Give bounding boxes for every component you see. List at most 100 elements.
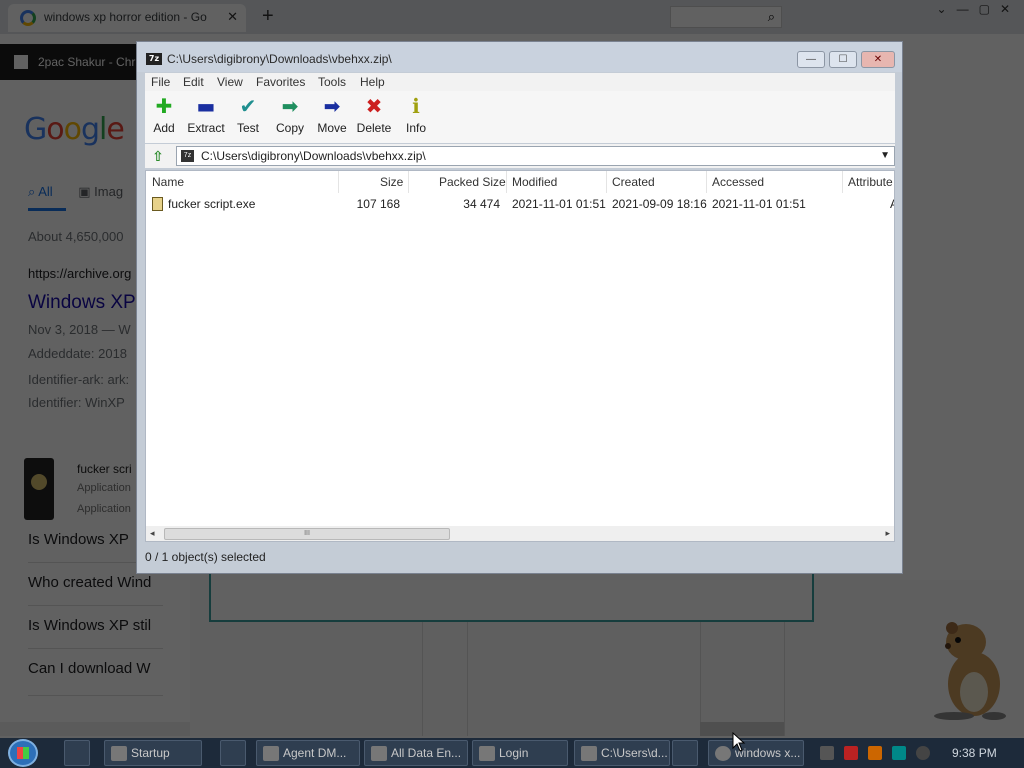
table-row[interactable]: fucker script.exe 107 168 34 474 2021-11…	[146, 195, 894, 213]
new-tab-button[interactable]: +	[262, 5, 274, 28]
copy-button[interactable]: ➡ Copy	[270, 95, 310, 135]
column-header-accessed[interactable]: Accessed	[712, 175, 764, 189]
result-url[interactable]: https://archive.org	[28, 266, 131, 281]
column-header-name[interactable]: Name	[152, 175, 184, 189]
taskbar-item[interactable]: C:\Users\d...	[574, 740, 670, 766]
cell-attributes: A	[890, 197, 894, 211]
window-icon	[479, 746, 495, 761]
info-icon: ℹ	[412, 94, 420, 118]
add-button[interactable]: ✚ Add	[144, 95, 184, 135]
exe-file-icon	[152, 197, 163, 211]
browser-tab-title: windows xp horror edition - Go	[44, 10, 207, 24]
app-taskbar-icon[interactable]	[220, 740, 246, 766]
column-header-packed-size[interactable]: Packed Size	[439, 175, 506, 189]
file-type: Application	[77, 482, 131, 494]
bookmark-label: 2pac Shakur - Chr	[38, 55, 136, 69]
column-header-modified[interactable]: Modified	[512, 175, 557, 189]
hamster-mascot-image	[934, 622, 1006, 720]
window-titlebar[interactable]: 7z C:\Users\digibrony\Downloads\vbehxx.z…	[137, 42, 902, 72]
move-label: Move	[317, 121, 347, 135]
active-tab-underline	[28, 208, 66, 211]
add-label: Add	[153, 121, 175, 135]
volume-icon[interactable]	[916, 746, 930, 760]
address-bar[interactable]: ⌕	[670, 6, 782, 28]
divider	[467, 622, 468, 736]
divider	[28, 605, 163, 606]
check-icon: ✔	[239, 94, 257, 118]
tab-all[interactable]: ⌕ All	[28, 184, 53, 199]
result-title[interactable]: Windows XP	[28, 292, 136, 314]
maximize-button[interactable]: ☐	[829, 51, 857, 68]
path-input[interactable]: 7z C:\Users\digibrony\Downloads\vbehxx.z…	[176, 146, 895, 166]
taskbar-item-label: Agent DM...	[283, 746, 347, 760]
extract-button[interactable]: ▬ Extract	[186, 95, 226, 135]
bookmark-item[interactable]: 2pac Shakur - Chr	[0, 44, 140, 80]
ie-taskbar-icon[interactable]	[64, 740, 90, 766]
people-also-ask-item[interactable]: Is Windows XP	[28, 531, 129, 548]
taskbar-item[interactable]: All Data En...	[364, 740, 468, 766]
menu-tools[interactable]: Tools	[318, 75, 346, 89]
divider	[784, 622, 785, 736]
close-tab-icon[interactable]: ✕	[227, 9, 238, 25]
people-also-ask-item[interactable]: Can I download W	[28, 660, 151, 677]
media-taskbar-icon[interactable]	[672, 740, 698, 766]
folder-up-icon[interactable]: ⇧	[149, 147, 167, 165]
window-controls[interactable]: ⌄—▢✕	[937, 2, 1020, 16]
tray-icon[interactable]	[892, 746, 906, 760]
menu-file[interactable]: File	[151, 75, 170, 89]
horizontal-scrollbar[interactable]	[0, 722, 190, 736]
antivirus-icon[interactable]	[844, 746, 858, 760]
results-count: About 4,650,000	[28, 229, 124, 244]
close-button[interactable]: ✕	[861, 51, 895, 68]
window-title: C:\Users\digibrony\Downloads\vbehxx.zip\	[167, 52, 392, 66]
move-button[interactable]: ➡ Move	[312, 95, 352, 135]
sevenzip-app-icon: 7z	[146, 53, 162, 65]
mouse-cursor-icon	[732, 732, 746, 752]
scroll-left-icon[interactable]: ◂	[150, 528, 155, 539]
horizontal-scrollbar[interactable]: ◂ III ▸	[146, 526, 894, 541]
menu-help[interactable]: Help	[360, 75, 385, 89]
tray-icon[interactable]	[820, 746, 834, 760]
copy-arrow-icon: ➡	[281, 94, 299, 118]
logo-letter: g	[80, 112, 100, 147]
chevron-down-icon[interactable]: ▼	[880, 150, 890, 161]
search-icon: ⌕	[767, 9, 775, 24]
delete-button[interactable]: ✖ Delete	[354, 95, 394, 135]
taskbar-item[interactable]: Startup	[104, 740, 202, 766]
column-header-created[interactable]: Created	[612, 175, 655, 189]
browser-tab-active[interactable]: windows xp horror edition - Go ✕	[8, 4, 246, 32]
youtube-favicon-icon	[14, 55, 28, 69]
scroll-right-icon[interactable]: ▸	[885, 528, 890, 539]
people-also-ask-item[interactable]: Who created Wind	[28, 574, 151, 591]
taskbar-item[interactable]: Login	[472, 740, 568, 766]
menu-view[interactable]: View	[217, 75, 243, 89]
column-header-attributes[interactable]: Attribute	[848, 175, 893, 189]
people-also-ask-item[interactable]: Is Windows XP stil	[28, 617, 151, 634]
tab-images[interactable]: ▣ Imag	[78, 184, 123, 199]
info-label: Info	[405, 121, 426, 135]
taskbar-item[interactable]: Agent DM...	[256, 740, 360, 766]
result-snippet: Identifier: WinXP	[28, 395, 125, 410]
scrollbar-thumb[interactable]: III	[164, 528, 450, 540]
plus-icon: ✚	[155, 94, 173, 118]
tab-images-label: Imag	[94, 184, 124, 199]
taskbar-item-label: C:\Users\d...	[601, 746, 668, 760]
cell-created: 2021-09-09 18:16	[612, 197, 707, 211]
info-button[interactable]: ℹ Info	[396, 95, 436, 135]
file-name: fucker scri	[77, 462, 132, 476]
clock[interactable]: 9:38 PM	[952, 746, 997, 760]
tab-all-label: All	[38, 184, 53, 199]
test-button[interactable]: ✔ Test	[228, 95, 268, 135]
google-logo[interactable]: Google	[24, 112, 125, 147]
tray-icon[interactable]	[868, 746, 882, 760]
menu-favorites[interactable]: Favorites	[256, 75, 305, 89]
minimize-button[interactable]: —	[797, 51, 825, 68]
browser-tab-strip: windows xp horror edition - Go ✕ + ⌕ ⌄—▢…	[0, 0, 1024, 34]
taskbar-item[interactable]: windows x...	[708, 740, 804, 766]
column-header-size[interactable]: Size	[380, 175, 403, 189]
result-snippet: Addeddate: 2018	[28, 346, 128, 361]
start-button[interactable]	[8, 739, 38, 767]
cell-packed-size: 34 474	[463, 197, 500, 211]
menu-edit[interactable]: Edit	[183, 75, 204, 89]
path-bar: ⇧ 7z C:\Users\digibrony\Downloads\vbehxx…	[145, 144, 895, 168]
